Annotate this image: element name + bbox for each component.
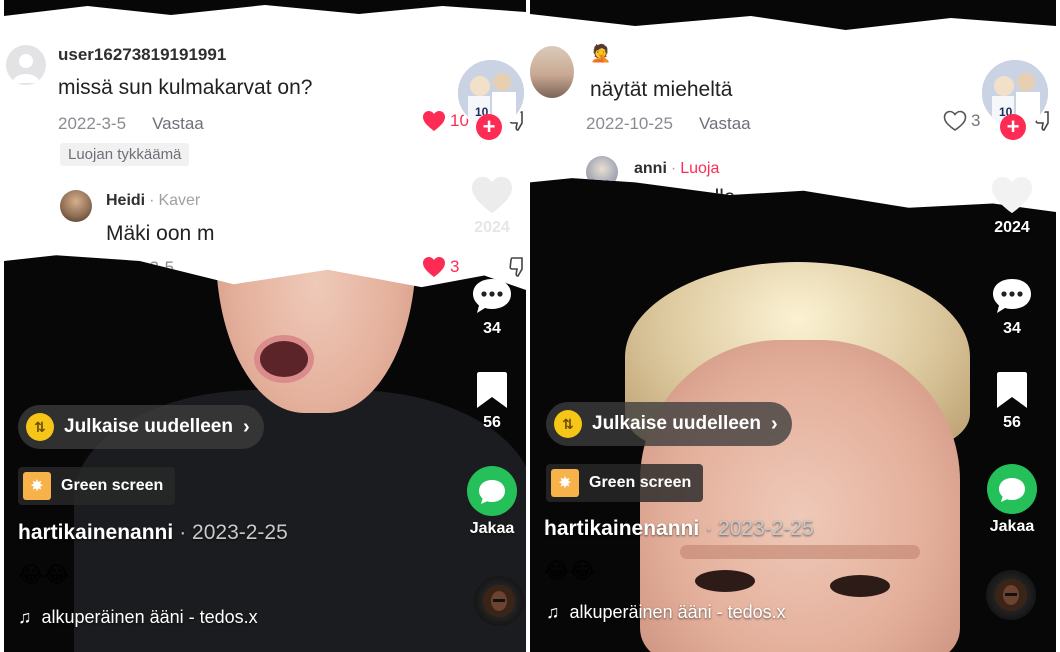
comment-button[interactable]: 34 xyxy=(986,276,1038,338)
comment-button[interactable]: 34 xyxy=(466,276,518,338)
sound-disc-avatar xyxy=(995,579,1027,611)
person-mouth xyxy=(254,335,314,383)
comment-overlay: user16273819191991 missä sun kulmakarvat… xyxy=(4,5,526,290)
sound-disc-icon[interactable] xyxy=(474,576,524,626)
reply-author[interactable]: Heidi · Kaver xyxy=(106,192,200,210)
comment-overlay: 🤦 näytät mieheltä 2022-10-25 Vastaa 3 ann… xyxy=(530,14,1056,212)
music-note-icon: ♫ xyxy=(546,602,560,622)
bookmark-icon xyxy=(477,372,507,408)
comment-count: 34 xyxy=(483,320,501,337)
bookmark-button[interactable]: 56 xyxy=(466,370,518,432)
bookmark-count: 56 xyxy=(483,414,501,431)
repost-label: Julkaise uudelleen xyxy=(64,416,233,437)
comment-avatar[interactable] xyxy=(530,46,574,98)
reply-avatar[interactable] xyxy=(586,156,618,188)
comment-meta: 2022-3-5 Vastaa xyxy=(58,114,204,134)
green-screen-icon: ✸ xyxy=(551,469,579,497)
comment-date: 2022-3-5 xyxy=(58,114,127,133)
share-button[interactable]: Jakaa xyxy=(462,466,522,538)
reply-text: t aluun olla xyxy=(634,186,736,209)
caption-emoji: 😂😂 xyxy=(544,558,596,583)
person-brow xyxy=(680,545,920,559)
sound-disc-icon[interactable] xyxy=(986,570,1036,620)
repost-icon: ⇅ xyxy=(26,413,54,441)
sound-name: alkuperäinen ääni - tedos.x xyxy=(41,607,258,627)
collage: user16273819191991 missä sun kulmakarvat… xyxy=(0,0,1060,652)
reply-text: Mäki oon m xyxy=(106,222,215,245)
bookmark-button[interactable]: 56 xyxy=(986,370,1038,432)
sound-link[interactable]: ♫ alkuperäinen ääni - tedos.x xyxy=(546,602,786,623)
repost-button[interactable]: ⇅ Julkaise uudelleen › xyxy=(18,405,264,449)
creator-liked-badge: Luojan tykkäämä xyxy=(60,143,190,166)
post-date: · 2023-2-25 xyxy=(179,521,288,544)
heart-icon xyxy=(472,176,512,214)
comment-bubble-icon xyxy=(993,279,1031,313)
share-icon xyxy=(467,466,517,516)
comment-like-button[interactable]: 3 xyxy=(943,110,980,132)
person-eye-right xyxy=(830,575,890,597)
share-label: Jakaa xyxy=(469,520,515,537)
reply-author-name: anni xyxy=(634,160,667,177)
repost-icon: ⇅ xyxy=(554,410,582,438)
comment-text: näytät mieheltä xyxy=(590,78,733,101)
like-button[interactable]: 2024 xyxy=(986,175,1038,237)
like-button[interactable]: 2024 xyxy=(466,175,518,237)
author-line: hartikainenanni · 2023-2-25 xyxy=(18,521,288,545)
reply-author-tag: Kaver xyxy=(158,192,201,209)
person-eye-left xyxy=(695,570,755,592)
comment-username[interactable]: user16273819191991 xyxy=(58,45,226,65)
heart-filled-icon xyxy=(423,257,445,277)
comment-like-count: 3 xyxy=(971,111,981,130)
creator-tag: Luoja xyxy=(680,160,720,177)
caption-emoji: 😂😂 xyxy=(18,562,70,587)
green-screen-icon: ✸ xyxy=(23,472,51,500)
post-date: · 2023-2-25 xyxy=(705,517,814,540)
green-screen-chip[interactable]: ✸ Green screen xyxy=(18,467,176,505)
green-screen-label: Green screen xyxy=(61,477,164,494)
reply-date: 2022-3-5 xyxy=(106,258,175,277)
comment-bubble-icon xyxy=(473,279,511,313)
share-label: Jakaa xyxy=(989,518,1035,535)
sound-link[interactable]: ♫ alkuperäinen ääni - tedos.x xyxy=(18,607,258,628)
sound-disc-avatar xyxy=(483,585,515,617)
repost-label: Julkaise uudelleen xyxy=(592,413,761,434)
bookmark-icon xyxy=(997,372,1027,408)
author-line: hartikainenanni · 2023-2-25 xyxy=(544,517,814,541)
reply-author[interactable]: anni · Luoja xyxy=(634,160,719,178)
reply-link[interactable]: Vastaa xyxy=(152,114,204,133)
music-note-icon: ♫ xyxy=(18,607,32,627)
heart-outline-icon xyxy=(943,110,967,131)
bookmark-count: 56 xyxy=(1003,414,1021,431)
left-video-panel[interactable]: user16273819191991 missä sun kulmakarvat… xyxy=(4,0,526,652)
like-count: 2024 xyxy=(474,219,510,236)
reply-like-count: 3 xyxy=(450,257,460,276)
reply-author-name: Heidi xyxy=(106,192,146,209)
comment-count: 34 xyxy=(1003,320,1021,337)
follow-plus-button[interactable]: + xyxy=(1000,114,1026,140)
author-name[interactable]: hartikainenanni xyxy=(544,517,699,540)
sound-name: alkuperäinen ääni - tedos.x xyxy=(569,602,786,622)
reply-like-button[interactable]: 3 xyxy=(422,256,459,278)
author-name[interactable]: hartikainenanni xyxy=(18,521,173,544)
like-count: 2024 xyxy=(994,219,1030,236)
chevron-right-icon: › xyxy=(770,412,778,435)
reply-link[interactable]: Vastaa xyxy=(699,114,751,133)
comment-date: 2022-10-25 xyxy=(586,114,673,133)
share-icon xyxy=(987,464,1037,514)
reply-avatar[interactable] xyxy=(60,190,92,222)
heart-filled-icon xyxy=(423,111,445,131)
repost-button[interactable]: ⇅ Julkaise uudelleen › xyxy=(546,402,792,446)
comment-meta: 2022-10-25 Vastaa xyxy=(586,114,751,134)
right-video-panel[interactable]: 🤦 näytät mieheltä 2022-10-25 Vastaa 3 ann… xyxy=(530,0,1056,652)
heart-icon xyxy=(992,176,1032,214)
green-screen-label: Green screen xyxy=(589,474,692,491)
green-screen-chip[interactable]: ✸ Green screen xyxy=(546,464,704,502)
comment-text: missä sun kulmakarvat on? xyxy=(58,76,313,99)
comment-avatar[interactable] xyxy=(6,45,46,85)
follow-plus-button[interactable]: + xyxy=(476,114,502,140)
chevron-right-icon: › xyxy=(242,415,250,438)
comment-username[interactable]: 🤦 xyxy=(590,44,611,64)
share-button[interactable]: Jakaa xyxy=(982,464,1042,536)
